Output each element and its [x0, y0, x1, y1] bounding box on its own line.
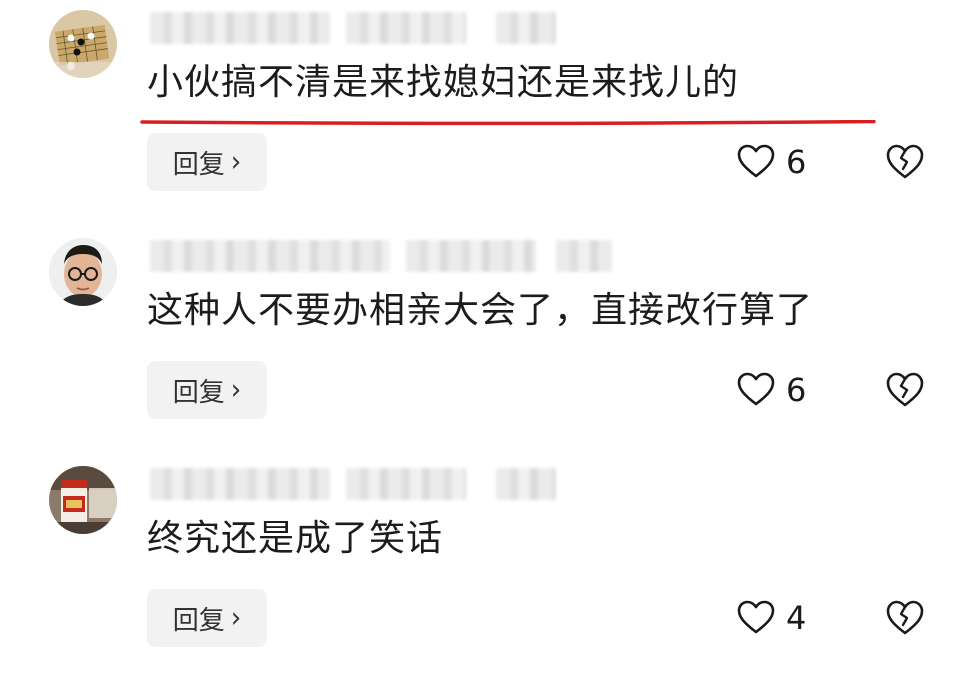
dislike-button[interactable]	[884, 369, 926, 411]
broken-heart-icon	[886, 600, 924, 635]
like-count: 4	[786, 599, 807, 637]
comment-item: 小伙搞不清是来找媳妇还是来找儿的 回复 › 6	[0, 0, 963, 228]
reply-label: 回复	[172, 149, 225, 180]
like-button[interactable]: 6	[736, 368, 806, 412]
liquor-bottle-avatar-icon	[49, 466, 117, 534]
like-count: 6	[786, 371, 807, 409]
like-button[interactable]: 4	[736, 596, 806, 640]
username-blurred[interactable]	[150, 468, 560, 500]
comment-text: 小伙搞不清是来找媳妇还是来找儿的	[147, 62, 740, 103]
user-avatar[interactable]	[49, 238, 117, 306]
reply-label: 回复	[172, 605, 225, 636]
user-avatar[interactable]	[49, 10, 117, 78]
reply-button[interactable]: 回复 ›	[147, 133, 267, 191]
chevron-right-icon: ›	[230, 601, 242, 635]
broken-heart-icon	[886, 372, 924, 407]
like-button[interactable]: 6	[736, 140, 806, 184]
man-with-glasses-avatar-icon	[49, 238, 117, 306]
reply-label: 回复	[172, 377, 225, 408]
chevron-right-icon: ›	[230, 145, 242, 179]
dislike-button[interactable]	[884, 141, 926, 183]
comment-text: 终究还是成了笑话	[147, 518, 444, 559]
reply-button[interactable]: 回复 ›	[147, 361, 267, 419]
broken-heart-icon	[886, 144, 924, 179]
heart-outline-icon	[737, 600, 775, 634]
like-count: 6	[786, 143, 807, 181]
chevron-right-icon: ›	[230, 373, 242, 407]
dislike-button[interactable]	[884, 597, 926, 639]
heart-outline-icon	[737, 372, 775, 406]
red-underline-annotation	[140, 120, 876, 126]
comment-item: 这种人不要办相亲大会了，直接改行算了 回复 › 6	[0, 228, 963, 456]
heart-outline-icon	[737, 144, 775, 178]
user-avatar[interactable]	[49, 466, 117, 534]
username-blurred[interactable]	[150, 12, 560, 44]
reply-button[interactable]: 回复 ›	[147, 589, 267, 647]
comment-text: 这种人不要办相亲大会了，直接改行算了	[147, 290, 814, 331]
go-board-avatar-icon	[49, 10, 117, 78]
username-blurred[interactable]	[150, 240, 612, 272]
